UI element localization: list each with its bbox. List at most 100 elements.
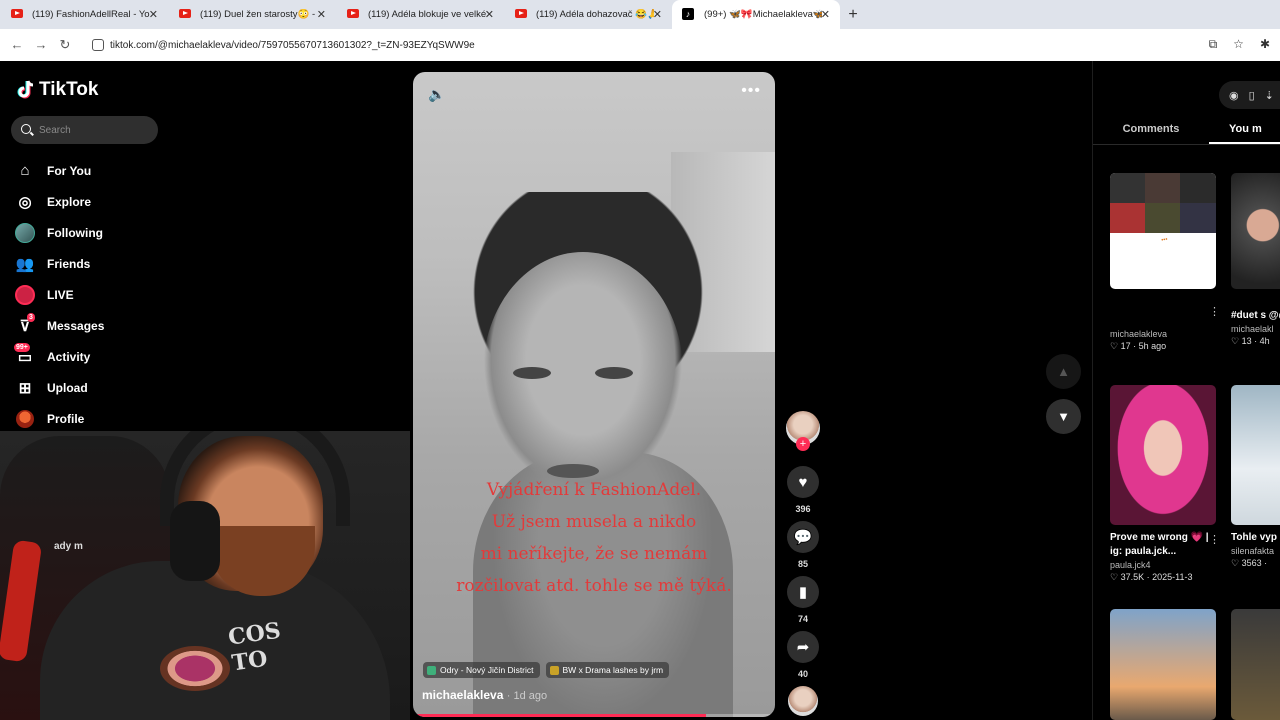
- browser-tab-3[interactable]: (119) Adéla dohazovač 😂🙏 ✕: [504, 0, 672, 29]
- card-more-icon[interactable]: ⋮: [1209, 305, 1220, 318]
- recommended-video-card[interactable]: #duet s @@Salli1​9 michaelakl ♡ 13 · 4h: [1231, 173, 1280, 347]
- creator-avatar[interactable]: +: [786, 411, 820, 451]
- recommended-video-card[interactable]: Prove me wrong 💗 | ig: paula.jck... paul…: [1110, 385, 1220, 583]
- follow-plus-icon[interactable]: +: [796, 437, 810, 451]
- tab-comments[interactable]: Comments: [1093, 117, 1209, 144]
- youtube-favicon-icon: [515, 9, 527, 18]
- search-icon: [21, 124, 31, 134]
- next-video-button[interactable]: ▼: [1046, 399, 1081, 434]
- site-info-icon[interactable]: [92, 39, 104, 51]
- nav-explore[interactable]: ◎ Explore: [15, 186, 104, 217]
- recommended-video-card[interactable]: [1110, 609, 1216, 720]
- search-input[interactable]: Search: [11, 116, 158, 144]
- shirt-graphic: [160, 646, 230, 691]
- recommended-video-card[interactable]: Tohle vyp konec svě silenafakta ♡ 3563 ·: [1231, 385, 1280, 569]
- nav-label: Profile: [47, 411, 85, 426]
- nav-activity[interactable]: ▭ 99+ Activity: [14, 341, 104, 372]
- nav-upload[interactable]: ⊞ Upload: [15, 372, 104, 403]
- tab-title: (119) Adéla blokuje ve velkém: [368, 9, 486, 20]
- heart-icon: ♥: [798, 473, 808, 491]
- tab-close-icon[interactable]: ✕: [653, 8, 662, 21]
- youtube-favicon-icon: [179, 9, 191, 18]
- card-author: paula.jck4: [1110, 560, 1151, 570]
- video-progress-fill: [413, 714, 707, 717]
- location-tag[interactable]: Odry - Nový Jičín District: [423, 662, 540, 678]
- following-avatar-icon: [15, 222, 35, 243]
- caption-line: mi neříkejte, že se nemám: [480, 544, 708, 564]
- video-thumbnail: [1231, 173, 1280, 289]
- nav-following[interactable]: Following: [15, 217, 104, 248]
- comment-button[interactable]: 💬: [787, 521, 819, 553]
- browser-actions: ⧉ ☆ ✱: [1209, 37, 1270, 52]
- tab-close-icon[interactable]: ✕: [821, 8, 830, 21]
- profile-icon: [15, 409, 35, 429]
- video-player[interactable]: 🔈 ••• Vyjádření k FashionAdel. Už jsem m…: [413, 72, 775, 717]
- video-thumbnail: [1231, 609, 1280, 720]
- video-progress-bar[interactable]: [413, 714, 775, 717]
- tab-close-icon[interactable]: ✕: [149, 8, 158, 21]
- comment-count: 85: [797, 559, 808, 569]
- messages-icon: ⊽ 3: [19, 312, 35, 335]
- video-author[interactable]: michaelakleva · 1d ago: [422, 688, 547, 702]
- tag-label: BW x Drama lashes by jrm: [562, 665, 664, 675]
- tiktok-logo[interactable]: TikTok: [17, 79, 98, 101]
- back-icon[interactable]: ←: [4, 37, 30, 52]
- nav-messages[interactable]: ⊽ 3 Messages: [15, 310, 104, 341]
- comment-icon: 💬: [793, 529, 813, 546]
- compass-icon: ◎: [18, 193, 32, 211]
- nav-live[interactable]: LIVE: [15, 279, 104, 310]
- share-count: 40: [797, 669, 808, 679]
- reload-icon[interactable]: ↻: [52, 37, 78, 53]
- sound-tag[interactable]: BW x Drama lashes by jrm: [545, 662, 670, 678]
- like-button[interactable]: ♥: [787, 466, 819, 498]
- save-count: 74: [797, 614, 808, 624]
- tab-you-may-like[interactable]: You m: [1209, 117, 1280, 144]
- browser-tabbar: (119) FashionAdellReal - YouTu✕ (119) Du…: [0, 0, 1280, 29]
- card-stats: ♡ 3563 ·: [1231, 558, 1268, 568]
- tiktok-page: TikTok Search ⌂ For You ◎ Explore Followin…: [0, 61, 1280, 720]
- more-options-icon[interactable]: •••: [741, 82, 761, 100]
- save-button[interactable]: ▮: [787, 576, 819, 608]
- sidebar-peek-text: ady m: [54, 541, 83, 552]
- extensions-icon[interactable]: ✱: [1260, 37, 1270, 52]
- nav-friends[interactable]: 👥 Friends: [15, 248, 104, 279]
- nav-label: Explore: [47, 194, 92, 209]
- previous-video-button[interactable]: ▲: [1046, 354, 1081, 389]
- install-icon[interactable]: ⧉: [1209, 37, 1218, 52]
- volume-icon[interactable]: 🔈: [428, 86, 445, 103]
- nav-for-you[interactable]: ⌂ For You: [15, 155, 104, 186]
- browser-tab-2[interactable]: (119) Adéla blokuje ve velkém ✕: [336, 0, 504, 29]
- location-pin-icon: [427, 665, 436, 675]
- tab-title: (119) Adéla dohazovač 😂🙏: [536, 9, 654, 20]
- upload-icon: ⊞: [18, 379, 32, 397]
- forward-icon[interactable]: →: [28, 37, 54, 52]
- url-field[interactable]: tiktok.com/@michaelakleva/video/75970556…: [86, 33, 1226, 57]
- browser-tab-active[interactable]: ♪ (99+) 🦋🎀Michaelakleva🦋 ✕: [672, 0, 840, 29]
- webcam-overlay: COS TO ady m: [0, 431, 410, 720]
- tab-close-icon[interactable]: ✕: [485, 8, 494, 21]
- action-rail: + ♥ 396 💬 85 ▮ 74 ➦ 40: [784, 411, 822, 716]
- tab-title: (119) FashionAdellReal - YouTu: [32, 9, 150, 20]
- compass-icon[interactable]: ◉: [1229, 89, 1239, 102]
- chevron-down-icon: ▼: [1057, 409, 1070, 424]
- card-more-icon[interactable]: ⋮: [1209, 533, 1220, 546]
- bookmark-star-icon[interactable]: ☆: [1233, 37, 1244, 52]
- nav-label: For You: [47, 163, 92, 178]
- nav-label: Following: [47, 225, 103, 240]
- url-text: tiktok.com/@michaelakleva/video/75970556…: [110, 39, 475, 51]
- device-icon[interactable]: ▯: [1249, 89, 1255, 102]
- card-title: #duet s @@Salli1​9: [1231, 310, 1280, 321]
- nav-profile[interactable]: Profile: [15, 403, 104, 434]
- sound-avatar[interactable]: [788, 686, 818, 716]
- right-panel: ◉ ▯ ⇣ Comments You m ••• michaelakleva ♡…: [1092, 61, 1280, 720]
- share-button[interactable]: ➦: [787, 631, 819, 663]
- browser-tab-1[interactable]: (119) Duel žen starosty😳 - You✕: [168, 0, 336, 29]
- recommended-video-card[interactable]: [1231, 609, 1280, 720]
- recommended-video-card[interactable]: ••• michaelakleva ♡ 17 · 5h ago ⋮: [1110, 173, 1220, 352]
- tab-close-icon[interactable]: ✕: [317, 8, 326, 21]
- headphone-cup: [170, 501, 220, 581]
- video-thumbnail: [1110, 385, 1216, 525]
- new-tab-button[interactable]: +: [840, 0, 866, 29]
- browser-tab-0[interactable]: (119) FashionAdellReal - YouTu✕: [0, 0, 168, 29]
- download-icon[interactable]: ⇣: [1265, 89, 1274, 102]
